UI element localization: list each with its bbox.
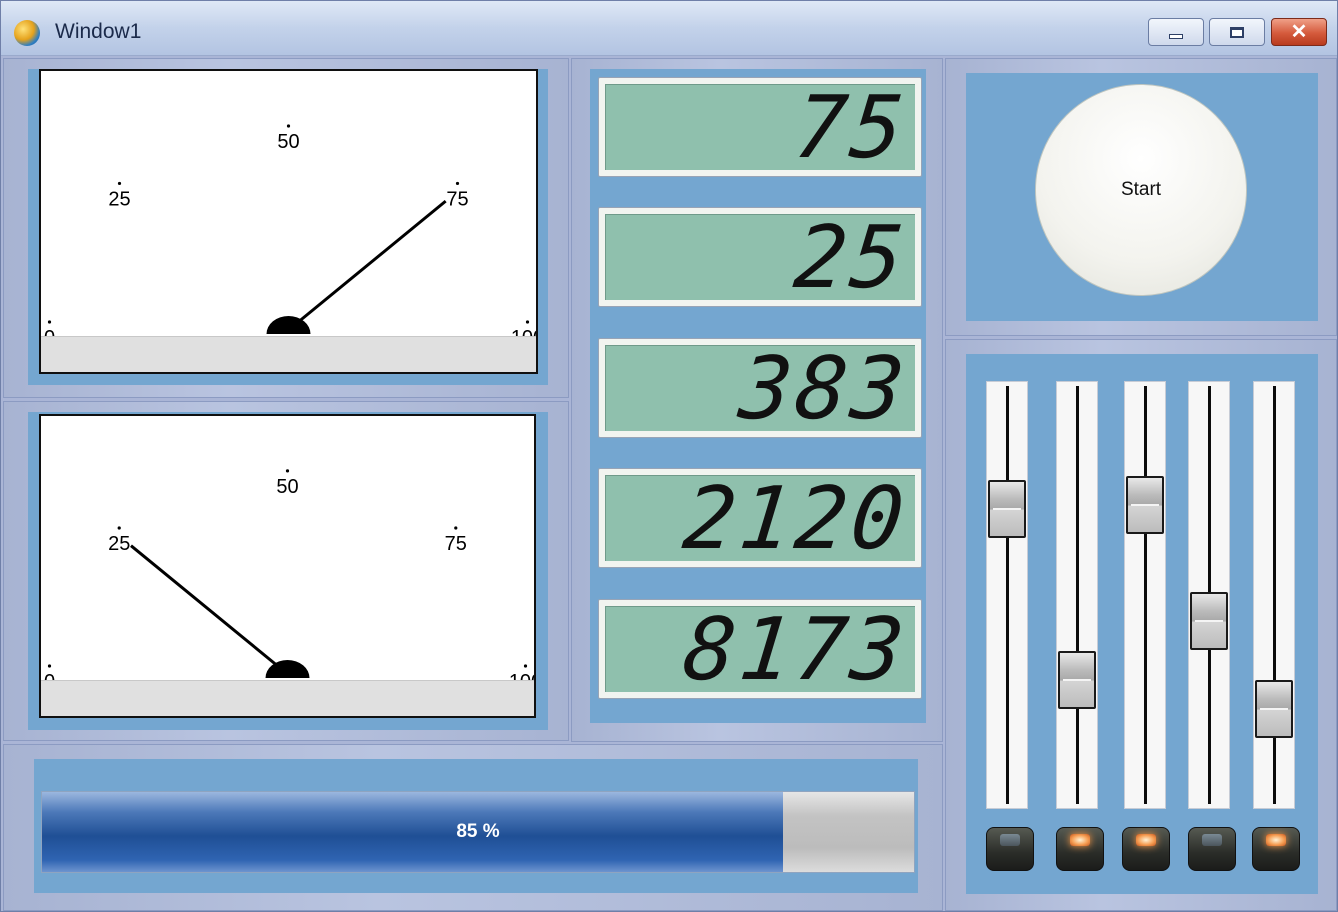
meter-2-dial: 0255075100 — [44, 469, 534, 693]
lcd-value: 383 — [734, 339, 913, 439]
slider-track — [1144, 386, 1147, 804]
tick-dot — [454, 526, 458, 530]
analog-meter-2: 0255075100 — [39, 414, 536, 718]
start-button[interactable]: Start — [1035, 84, 1247, 296]
meter-needle — [287, 199, 447, 332]
tick-dot — [455, 181, 460, 186]
tick-label: 25 — [108, 533, 130, 555]
vertical-slider-4[interactable] — [1188, 381, 1230, 809]
tick-label: 75 — [446, 188, 468, 210]
slider-track — [1006, 386, 1009, 804]
vertical-slider-1[interactable] — [986, 381, 1028, 809]
tick-dot — [47, 664, 52, 668]
progress-bar: 85 % — [41, 791, 915, 873]
main-window: Window1 ✕ 0255075100 0255075100 75 25 38… — [0, 0, 1338, 912]
maximize-icon — [1230, 26, 1244, 38]
lcd-face: 2120 — [605, 469, 915, 569]
tick-label: 50 — [276, 476, 298, 498]
tick-dot — [47, 320, 52, 324]
led-lamp-icon — [1202, 834, 1222, 846]
lcd-value: 75 — [790, 78, 913, 178]
close-icon: ✕ — [1290, 21, 1308, 43]
slider-thumb[interactable] — [1058, 650, 1096, 709]
close-button[interactable]: ✕ — [1271, 18, 1327, 46]
led-lamp-icon — [1070, 834, 1090, 846]
led-indicator-2 — [1056, 827, 1104, 871]
lcd-value: 25 — [790, 208, 913, 308]
progress-label: 85 % — [456, 821, 500, 842]
minimize-button[interactable] — [1148, 18, 1204, 46]
slider-thumb[interactable] — [988, 479, 1026, 538]
meter-1-base — [41, 336, 536, 372]
lcd-display-2: 25 — [598, 207, 922, 308]
led-lamp-icon — [1000, 834, 1020, 846]
led-indicator-3 — [1122, 827, 1170, 871]
tick-label: 75 — [445, 533, 467, 555]
vertical-slider-5[interactable] — [1253, 381, 1295, 809]
tick-label: 25 — [108, 188, 130, 210]
led-indicator-5 — [1252, 827, 1300, 871]
tick-dot — [117, 526, 121, 530]
led-lamp-icon — [1266, 834, 1286, 846]
lcd-face: 8173 — [605, 600, 915, 700]
analog-meter-1: 0255075100 — [39, 69, 538, 374]
tick-dot — [285, 469, 290, 473]
vertical-slider-2[interactable] — [1056, 381, 1098, 809]
title-bar[interactable]: Window1 ✕ — [1, 1, 1337, 56]
window-title: Window1 — [55, 20, 142, 43]
minimize-icon — [1169, 33, 1183, 39]
led-indicator-1 — [986, 827, 1034, 871]
lcd-face: 75 — [605, 78, 915, 178]
lcd-display-1: 75 — [598, 77, 922, 178]
maximize-button[interactable] — [1209, 18, 1265, 46]
lcd-face: 25 — [605, 208, 915, 308]
led-lamp-icon — [1136, 834, 1156, 846]
lcd-display-5: 8173 — [598, 599, 922, 700]
slider-thumb[interactable] — [1255, 679, 1293, 738]
tick-dot — [525, 320, 530, 324]
slider-thumb[interactable] — [1126, 476, 1164, 534]
lcd-value: 2120 — [678, 469, 913, 569]
led-indicator-4 — [1188, 827, 1236, 871]
app-globe-icon — [14, 20, 40, 46]
tick-dot — [286, 124, 291, 128]
slider-track — [1273, 386, 1276, 804]
lcd-value: 8173 — [678, 600, 913, 700]
tick-dot — [117, 181, 122, 186]
slider-track — [1076, 386, 1079, 804]
meter-needle — [130, 544, 289, 676]
meter-2-base — [41, 680, 534, 716]
slider-thumb[interactable] — [1190, 592, 1228, 651]
lcd-display-3: 383 — [598, 338, 922, 439]
vertical-slider-3[interactable] — [1124, 381, 1166, 809]
tick-dot — [523, 664, 528, 668]
lcd-display-4: 2120 — [598, 468, 922, 569]
tick-label: 50 — [277, 131, 299, 153]
meter-1-dial: 0255075100 — [44, 124, 536, 349]
lcd-face: 383 — [605, 339, 915, 439]
